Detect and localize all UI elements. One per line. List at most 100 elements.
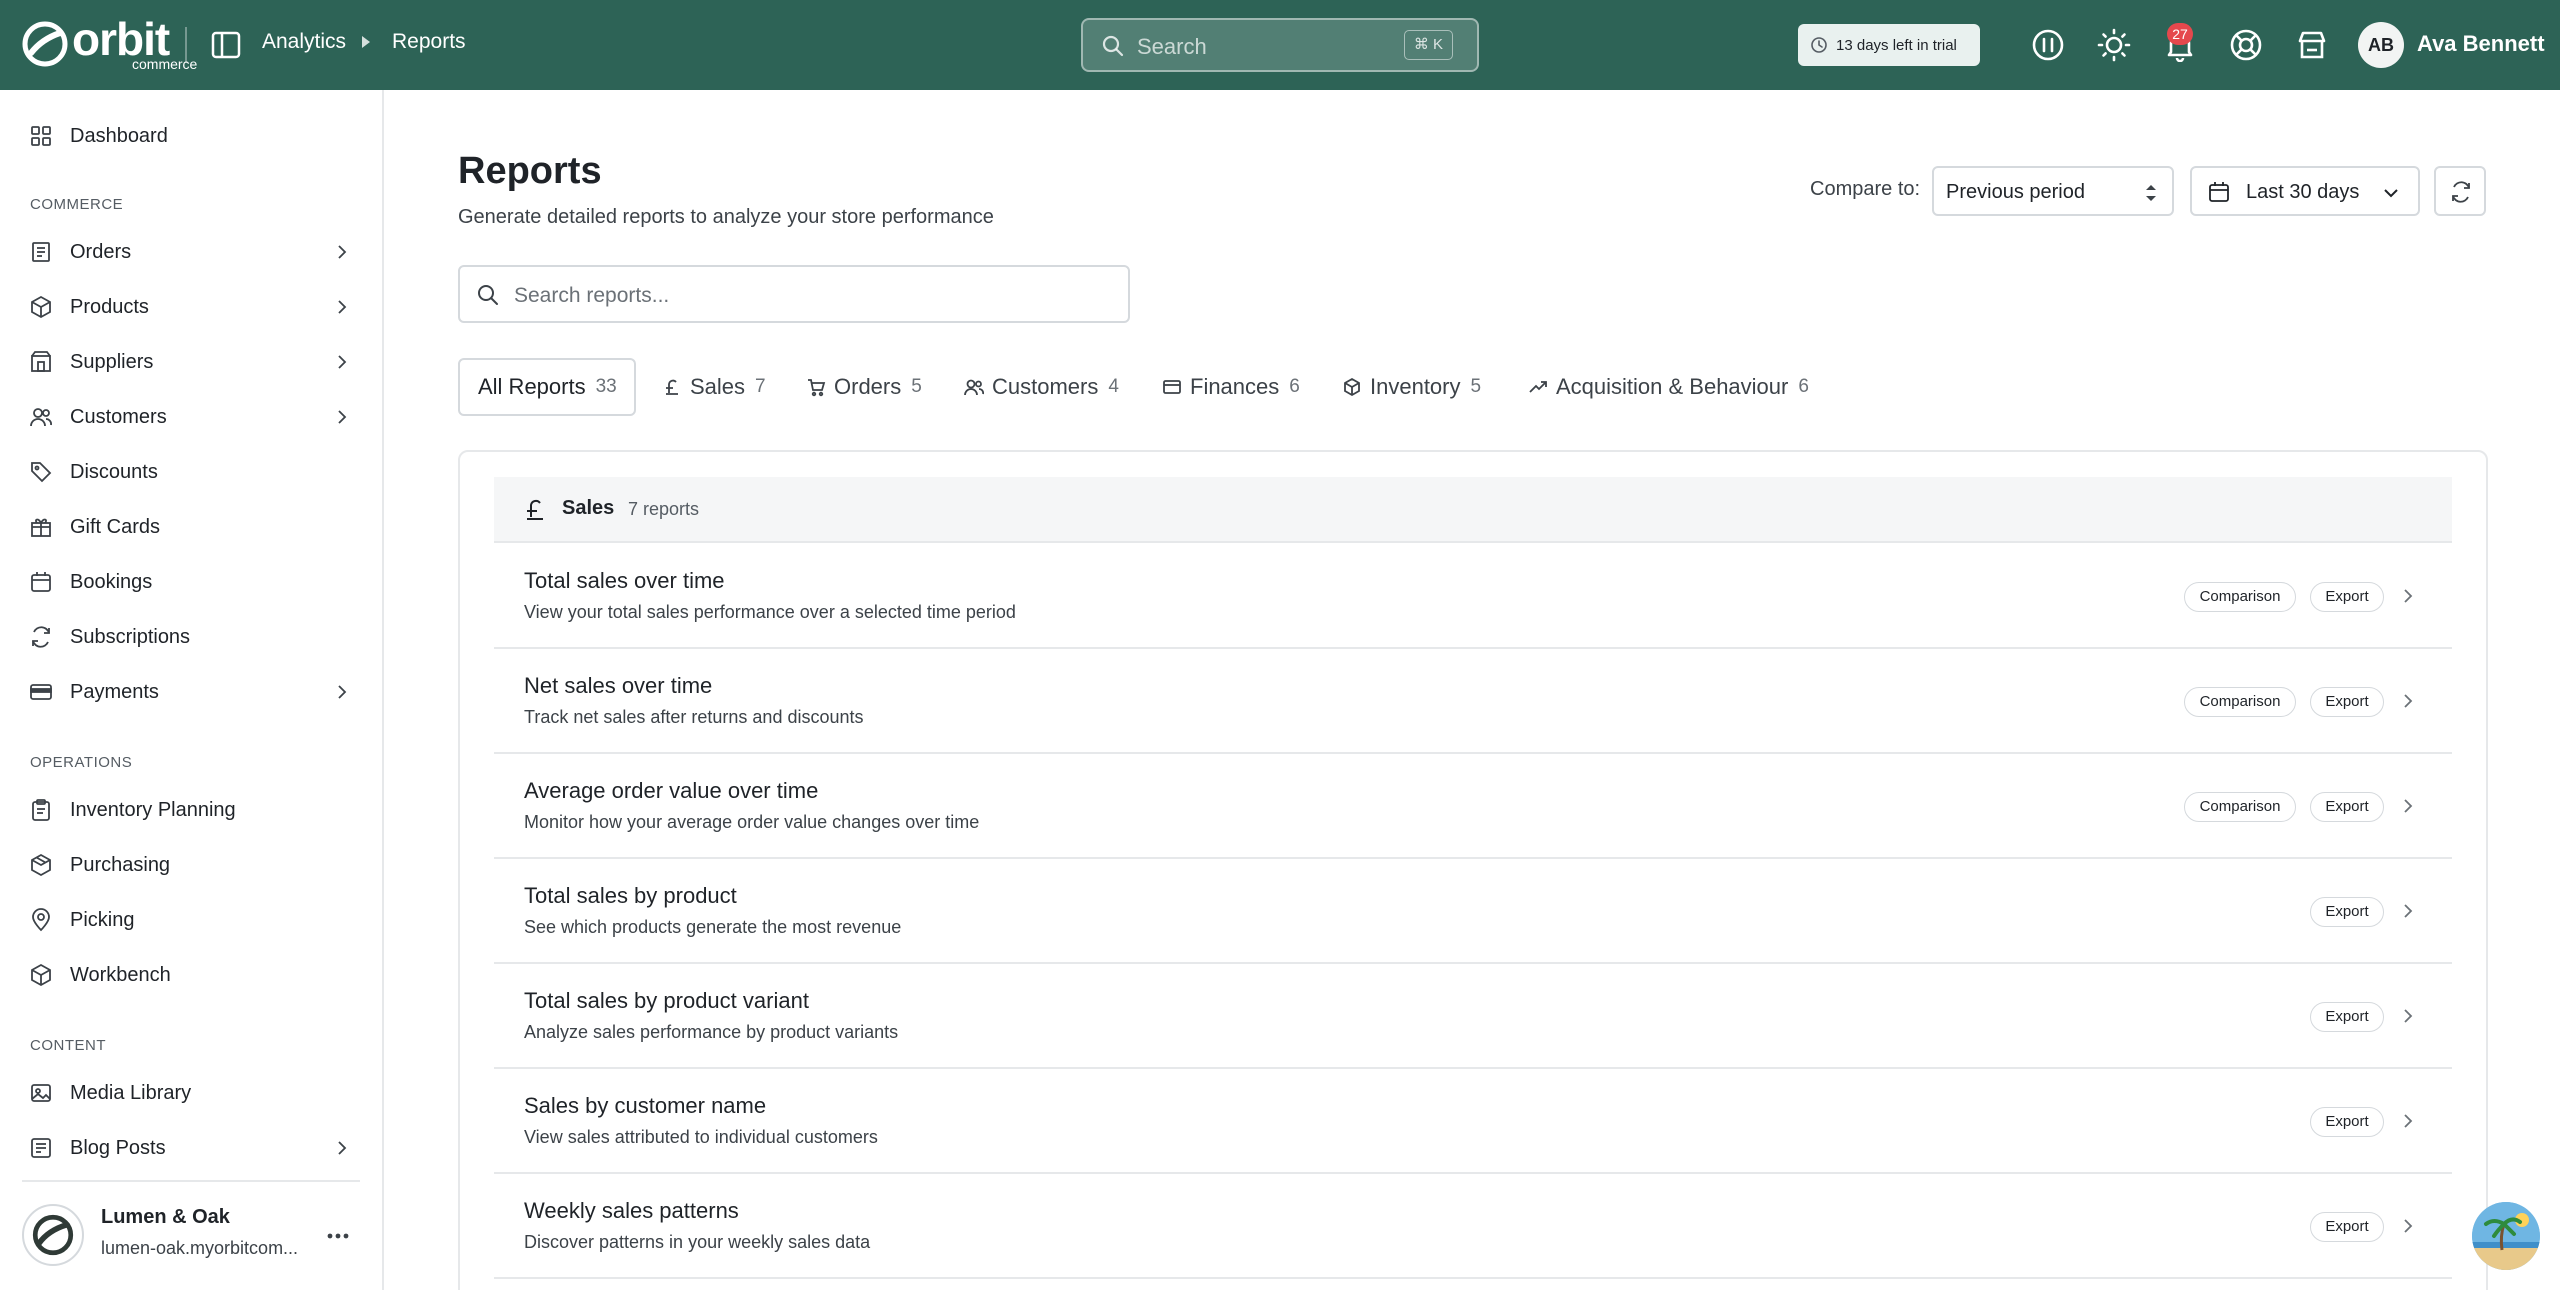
compare-period-select[interactable]: Previous period — [1932, 166, 2174, 216]
chevron-down-icon — [2384, 189, 2398, 198]
export-tag: Export — [2310, 687, 2384, 717]
sidebar-item-products[interactable]: Products — [0, 281, 382, 333]
trial-badge[interactable]: 13 days left in trial — [1798, 24, 1980, 66]
chevron-right-icon — [338, 1141, 347, 1155]
blog-icon — [31, 1138, 51, 1158]
sidebar-item-gift-cards[interactable]: Gift Cards — [0, 501, 382, 553]
refresh-icon — [2452, 181, 2470, 203]
sidebar-item-picking[interactable]: Picking — [0, 894, 382, 946]
sidebar-item-media-library[interactable]: Media Library — [0, 1067, 382, 1119]
user-name[interactable]: Ava Bennett — [2417, 31, 2545, 57]
orbit-logo-mark-icon — [22, 21, 68, 67]
sidebar-toggle-icon[interactable] — [210, 30, 242, 60]
more-options-icon[interactable] — [324, 1224, 352, 1248]
refresh-icon — [32, 626, 50, 648]
tab-all-reports[interactable]: All Reports 33 — [458, 358, 636, 416]
page-title: Reports — [458, 150, 602, 192]
report-title: Sales by customer name — [524, 1093, 767, 1118]
sidebar-item-label: Picking — [70, 908, 135, 931]
comparison-tag: Comparison — [2184, 687, 2296, 717]
chevron-right-icon — [2404, 1009, 2413, 1023]
tab-customers[interactable]: Customers 4 — [964, 358, 1119, 416]
sidebar-item-orders[interactable]: Orders — [0, 226, 382, 278]
products-icon — [31, 295, 51, 319]
sidebar-item-subscriptions[interactable]: Subscriptions — [0, 611, 382, 663]
export-tag: Export — [2310, 582, 2384, 612]
tab-count: 7 — [755, 376, 766, 397]
reports-search-input[interactable]: Search reports... — [458, 265, 1130, 323]
store-url: lumen-oak.myorbitcom... — [101, 1238, 299, 1258]
sidebar-item-workbench[interactable]: Workbench — [0, 949, 382, 1001]
sidebar-item-discounts[interactable]: Discounts — [0, 446, 382, 498]
tab-label: All Reports — [478, 374, 586, 399]
page-subtitle: Generate detailed reports to analyze you… — [458, 206, 994, 228]
export-tag: Export — [2310, 792, 2384, 822]
group-title: Sales — [562, 497, 615, 519]
tab-label: Acquisition & Behaviour — [1556, 374, 1789, 399]
tab-inventory[interactable]: Inventory 5 — [1342, 358, 1481, 416]
card-icon — [1163, 380, 1181, 394]
store-name: Lumen & Oak — [101, 1206, 230, 1228]
tab-orders[interactable]: Orders 5 — [806, 358, 922, 416]
report-title: Average order value over time — [524, 778, 819, 803]
report-description: Analyze sales performance by product var… — [524, 1022, 899, 1042]
sidebar-item-dashboard[interactable]: Dashboard — [0, 110, 382, 162]
top-divider — [185, 27, 187, 63]
chevron-right-icon — [2404, 904, 2413, 918]
orbit-logo[interactable]: orbit commerce — [22, 13, 197, 72]
orders-icon — [32, 242, 50, 262]
sidebar-item-inventory-planning[interactable]: Inventory Planning — [0, 784, 382, 836]
sidebar-item-blog-posts[interactable]: Blog Posts — [0, 1122, 382, 1174]
assistant-launcher-icon[interactable] — [2472, 1202, 2540, 1270]
chevron-right-icon — [338, 300, 347, 314]
logo-sub: commerce — [132, 56, 198, 72]
theme-toggle-sun-icon[interactable] — [2097, 28, 2131, 62]
report-row[interactable]: Weekly sales patterns Discover patterns … — [494, 1174, 2452, 1279]
report-row[interactable]: Total sales by product variant Analyze s… — [494, 964, 2452, 1069]
report-description: Track net sales after returns and discou… — [524, 707, 864, 727]
sidebar-item-customers[interactable]: Customers — [0, 391, 382, 443]
global-search-input[interactable]: Search ⌘ K — [1081, 18, 1479, 72]
store-logo-icon[interactable] — [22, 1204, 84, 1266]
sidebar-item-label: Subscriptions — [70, 625, 191, 648]
user-avatar[interactable]: AB — [2358, 22, 2404, 68]
report-title: Total sales over time — [524, 568, 725, 593]
search-icon — [478, 285, 498, 305]
tab-label: Inventory — [1370, 374, 1461, 399]
top-bar: orbit commerce Analytics Reports Search … — [0, 0, 2560, 90]
suppliers-icon — [31, 351, 51, 372]
storefront-icon[interactable] — [2295, 28, 2329, 62]
report-description: View sales attributed to individual cust… — [524, 1127, 878, 1147]
report-row[interactable]: Net sales over time Track net sales afte… — [494, 649, 2452, 754]
breadcrumb-analytics[interactable]: Analytics — [262, 30, 346, 54]
report-row[interactable]: Sales by customer name View sales attrib… — [494, 1069, 2452, 1174]
sidebar-item-payments[interactable]: Payments — [0, 666, 382, 718]
sidebar-item-label: Dashboard — [70, 124, 168, 147]
sidebar-item-suppliers[interactable]: Suppliers — [0, 336, 382, 388]
chevron-right-icon — [2404, 1219, 2413, 1233]
export-tag: Export — [2310, 1002, 2384, 1032]
tab-acquisition-behaviour[interactable]: Acquisition & Behaviour 6 — [1528, 358, 1809, 416]
sidebar: Dashboard COMMERCE Orders Products Suppl… — [0, 90, 384, 1290]
sidebar-item-label: Payments — [70, 680, 159, 703]
trial-text: 13 days left in trial — [1836, 36, 1957, 54]
report-row[interactable]: Total sales by product See which product… — [494, 859, 2452, 964]
sidebar-item-label: Suppliers — [70, 350, 154, 373]
sidebar-item-label: Workbench — [70, 963, 171, 986]
report-row[interactable]: Average order value over time Monitor ho… — [494, 754, 2452, 859]
date-range-button[interactable]: Last 30 days — [2190, 166, 2420, 216]
refresh-button[interactable] — [2434, 166, 2486, 216]
customers-icon — [30, 408, 52, 427]
help-lifebuoy-icon[interactable] — [2229, 28, 2263, 62]
sidebar-item-purchasing[interactable]: Purchasing — [0, 839, 382, 891]
report-row[interactable]: Total sales over time View your total sa… — [494, 544, 2452, 649]
comparison-tag: Comparison — [2184, 582, 2296, 612]
tab-finances[interactable]: Finances 6 — [1162, 358, 1300, 416]
sidebar-item-label: Discounts — [70, 460, 158, 483]
sidebar-item-bookings[interactable]: Bookings — [0, 556, 382, 608]
tab-sales[interactable]: Sales 7 — [662, 358, 766, 416]
purchasing-icon — [31, 853, 51, 877]
feedback-icon[interactable] — [2031, 28, 2065, 62]
cart-icon — [808, 379, 826, 397]
sidebar-divider — [22, 1180, 360, 1182]
